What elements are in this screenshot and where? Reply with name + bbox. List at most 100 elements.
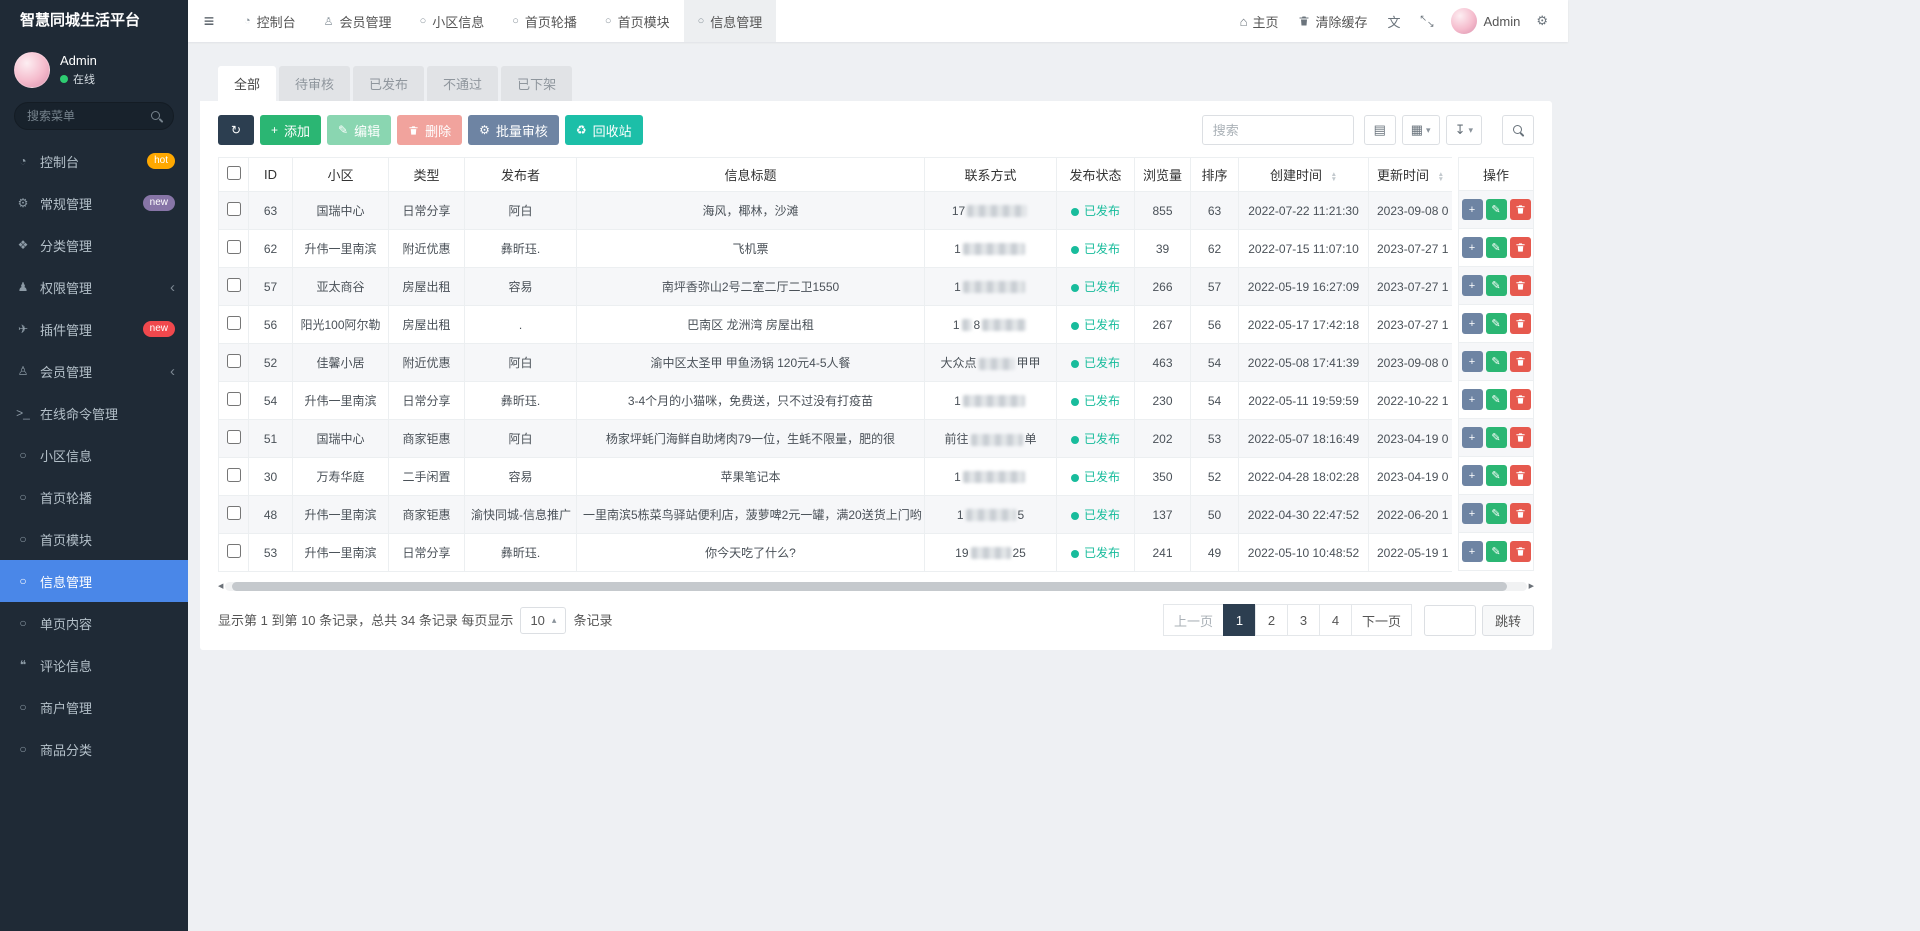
row-checkbox[interactable] [227,240,241,254]
view-toggle-button[interactable]: ▤ [1364,115,1396,145]
row-more-button[interactable]: + [1462,313,1483,334]
col-header-created[interactable]: 创建时间 ▲▼ [1239,158,1369,192]
row-more-button[interactable]: + [1462,389,1483,410]
row-checkbox[interactable] [227,430,241,444]
row-checkbox[interactable] [227,544,241,558]
clear-cache-link[interactable]: 清除缓存 [1288,0,1377,42]
filter-tab-rejected[interactable]: 不通过 [427,66,498,101]
col-header-updated[interactable]: 更新时间 ▲▼ [1369,158,1453,192]
topbar-tab-member[interactable]: ♙ 会员管理 [310,0,406,42]
row-edit-button[interactable]: ✎ [1486,503,1507,524]
filter-tab-published[interactable]: 已发布 [353,66,424,101]
row-edit-button[interactable]: ✎ [1486,427,1507,448]
row-more-button[interactable]: + [1462,541,1483,562]
page-size-select[interactable]: 10▴ [520,607,566,634]
row-edit-button[interactable]: ✎ [1486,351,1507,372]
row-more-button[interactable]: + [1462,503,1483,524]
topbar-avatar[interactable] [1451,8,1477,34]
refresh-button[interactable]: ↻ [218,115,254,145]
row-delete-button[interactable] [1510,313,1531,334]
sidebar-item-auth[interactable]: ♟ 权限管理 ‹ [0,266,188,308]
sidebar-item-info[interactable]: ○ 信息管理 [0,560,188,602]
row-delete-button[interactable] [1510,275,1531,296]
scrollbar-thumb[interactable] [232,582,1507,591]
sidebar-item-banner[interactable]: ○ 首页轮播 [0,476,188,518]
scrollbar-track[interactable] [225,582,1526,591]
export-button[interactable]: ↧▾ [1446,115,1482,145]
row-more-button[interactable]: + [1462,199,1483,220]
row-edit-button[interactable]: ✎ [1486,313,1507,334]
sidebar-item-general[interactable]: ⚙ 常规管理 new [0,182,188,224]
row-checkbox[interactable] [227,278,241,292]
sidebar-item-page[interactable]: ○ 单页内容 [0,602,188,644]
next-page-button[interactable]: 下一页 [1351,604,1412,636]
sidebar-item-goods-category[interactable]: ○ 商品分类 [0,728,188,770]
filter-tab-pending[interactable]: 待审核 [279,66,350,101]
delete-button[interactable]: 删除 [397,115,462,145]
row-more-button[interactable]: + [1462,351,1483,372]
topbar-tab-community[interactable]: ○ 小区信息 [406,0,499,42]
row-delete-button[interactable] [1510,465,1531,486]
search-toggle-button[interactable] [1502,115,1534,145]
recycle-button[interactable]: ♻ 回收站 [565,115,643,145]
row-checkbox[interactable] [227,506,241,520]
topbar-username[interactable]: Admin [1483,14,1520,29]
row-checkbox[interactable] [227,354,241,368]
sidebar-item-dashboard[interactable]: ◔ 控制台 hot [0,140,188,182]
filter-tab-offline[interactable]: 已下架 [501,66,572,101]
sidebar-item-command[interactable]: >_ 在线命令管理 [0,392,188,434]
hamburger-menu-icon[interactable]: ≡ [188,0,230,42]
row-checkbox[interactable] [227,392,241,406]
col-header-id[interactable]: ID [249,158,293,192]
sort-icon[interactable]: ▲▼ [1438,172,1444,182]
columns-button[interactable]: ▦▾ [1402,115,1440,145]
col-header-title[interactable]: 信息标题 [577,158,925,192]
page-button-2[interactable]: 2 [1255,604,1288,636]
row-edit-button[interactable]: ✎ [1486,275,1507,296]
page-jump-input[interactable] [1424,605,1476,636]
col-header-type[interactable]: 类型 [389,158,465,192]
row-more-button[interactable]: + [1462,465,1483,486]
page-button-3[interactable]: 3 [1287,604,1320,636]
sidebar-item-addon[interactable]: ✈ 插件管理 new [0,308,188,350]
prev-page-button[interactable]: 上一页 [1163,604,1224,636]
row-checkbox[interactable] [227,468,241,482]
row-edit-button[interactable]: ✎ [1486,237,1507,258]
settings-button[interactable]: ⚙ [1526,0,1558,42]
topbar-tab-module[interactable]: ○ 首页模块 [591,0,684,42]
sidebar-item-category[interactable]: ❖ 分类管理 [0,224,188,266]
sidebar-item-merchant[interactable]: ○ 商户管理 [0,686,188,728]
table-search-input[interactable] [1202,115,1354,145]
user-avatar[interactable] [14,52,50,88]
sidebar-item-community[interactable]: ○ 小区信息 [0,434,188,476]
home-link[interactable]: ⌂ 主页 [1230,0,1289,42]
col-header-views[interactable]: 浏览量 [1135,158,1191,192]
row-more-button[interactable]: + [1462,427,1483,448]
row-delete-button[interactable] [1510,199,1531,220]
topbar-tab-info[interactable]: ○ 信息管理 [684,0,777,42]
row-delete-button[interactable] [1510,351,1531,372]
page-jump-button[interactable]: 跳转 [1482,605,1534,636]
batch-audit-button[interactable]: ⚙ 批量审核 [468,115,559,145]
row-delete-button[interactable] [1510,427,1531,448]
row-delete-button[interactable] [1510,541,1531,562]
col-header-contact[interactable]: 联系方式 [925,158,1057,192]
sidebar-item-module[interactable]: ○ 首页模块 [0,518,188,560]
sidebar-item-member[interactable]: ♙ 会员管理 ‹ [0,350,188,392]
sidebar-item-comment[interactable]: ❝ 评论信息 [0,644,188,686]
row-edit-button[interactable]: ✎ [1486,541,1507,562]
filter-tab-all[interactable]: 全部 [218,66,276,101]
row-edit-button[interactable]: ✎ [1486,465,1507,486]
sort-icon[interactable]: ▲▼ [1331,172,1337,182]
row-checkbox[interactable] [227,202,241,216]
page-button-4[interactable]: 4 [1319,604,1352,636]
scroll-left-icon[interactable]: ◀ [218,583,223,590]
page-button-1[interactable]: 1 [1223,604,1256,636]
row-checkbox[interactable] [227,316,241,330]
row-edit-button[interactable]: ✎ [1486,199,1507,220]
fullscreen-button[interactable]: ↖↘ [1410,0,1443,42]
col-header-publisher[interactable]: 发布者 [465,158,577,192]
scroll-right-icon[interactable]: ▶ [1529,583,1534,590]
topbar-tab-banner[interactable]: ○ 首页轮播 [498,0,591,42]
select-all-checkbox[interactable] [227,166,241,180]
